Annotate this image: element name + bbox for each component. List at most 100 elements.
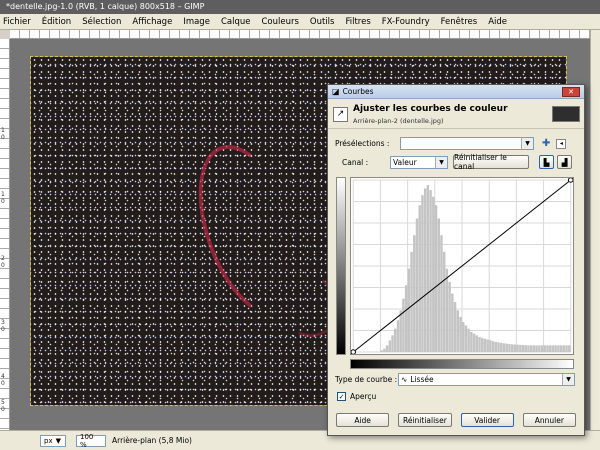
- channel-row: Canal : Valeur ▼ Réinitialiser le canal …: [342, 153, 582, 171]
- histogram-bar: [527, 345, 530, 353]
- histogram-bar: [421, 195, 424, 353]
- channel-select[interactable]: Valeur ▼: [390, 155, 448, 169]
- presets-select[interactable]: ▼: [400, 137, 534, 150]
- zoom-select[interactable]: 100 %: [76, 433, 106, 449]
- header-title: Ajuster les courbes de couleur: [353, 104, 508, 114]
- histogram-bar: [491, 341, 495, 353]
- ruler-label: 1: [1, 191, 5, 198]
- histogram-bar: [538, 345, 541, 353]
- vertical-scrollbar[interactable]: [590, 30, 600, 430]
- horizontal-gradient-bar: [350, 359, 574, 369]
- vertical-gradient-bar: [336, 177, 346, 355]
- histogram-bar: [532, 345, 536, 353]
- preview-label: Aperçu: [350, 392, 377, 401]
- histogram-bar: [418, 205, 421, 353]
- curves-icon: ↗: [333, 107, 348, 122]
- menu-edition[interactable]: Édition: [42, 17, 71, 27]
- menu-aide[interactable]: Aide: [488, 17, 507, 27]
- preview-checkbox[interactable]: ✓: [337, 392, 346, 401]
- histogram-bar: [415, 218, 419, 353]
- histogram-bar: [535, 345, 538, 353]
- curve-graph[interactable]: [350, 177, 574, 355]
- histogram-bar: [475, 335, 479, 353]
- log-histogram-icon[interactable]: ▟: [557, 155, 572, 169]
- close-button[interactable]: ✕: [562, 87, 580, 97]
- histogram-bar: [396, 320, 400, 353]
- menu-fenetres[interactable]: Fenêtres: [441, 17, 478, 27]
- histogram-bar: [508, 344, 511, 353]
- histogram-bar: [426, 185, 430, 353]
- add-preset-icon[interactable]: ✚: [542, 138, 550, 149]
- menu-selection[interactable]: Sélection: [82, 17, 121, 27]
- menu-fx-foundry[interactable]: FX-Foundry: [382, 17, 430, 27]
- preview-row: ✓ Aperçu: [337, 392, 376, 401]
- histogram-bar: [546, 345, 549, 353]
- channel-value: Valeur: [393, 157, 417, 167]
- reset-channel-button[interactable]: Réinitialiser le canal: [453, 153, 529, 171]
- histogram-bar: [472, 333, 476, 353]
- histogram-bar: [462, 321, 465, 353]
- histogram-bar: [543, 345, 546, 353]
- help-button[interactable]: Aide: [336, 413, 390, 427]
- dialog-title: Courbes: [342, 87, 374, 96]
- ruler-label: 3: [1, 319, 5, 326]
- ruler-label: 0: [1, 198, 5, 205]
- menu-calque[interactable]: Calque: [221, 17, 251, 27]
- histogram-bar: [489, 340, 492, 353]
- dialog-header: ↗ Ajuster les courbes de couleur Arrière…: [328, 99, 584, 129]
- histogram-bar: [549, 345, 552, 353]
- histogram-bar: [407, 268, 411, 353]
- ruler-label: 5: [1, 399, 5, 406]
- histogram-bar: [440, 235, 443, 353]
- chevron-down-icon: ▼: [435, 156, 447, 168]
- menu-filtres[interactable]: Filtres: [345, 17, 370, 27]
- curve-control-point[interactable]: [567, 178, 573, 183]
- histogram-bar: [394, 328, 397, 353]
- histogram-bar: [494, 342, 498, 353]
- chevron-down-icon: ▼: [562, 374, 574, 385]
- curve-control-point[interactable]: [351, 349, 357, 355]
- presets-label: Présélections :: [335, 139, 390, 148]
- dialog-buttons: Aide Réinitialiser Valider Annuler: [336, 413, 576, 427]
- curve-type-select[interactable]: ∿ Lissée ▼: [398, 373, 575, 386]
- curve-type-row: Type de courbe : ∿ Lissée ▼: [335, 373, 577, 386]
- vertical-ruler[interactable]: 1 0 1 0 2 0 3 0 4 0 5 0: [0, 39, 10, 430]
- ok-button[interactable]: Valider: [460, 413, 514, 427]
- dialog-titlebar[interactable]: ◪ Courbes: [328, 85, 584, 99]
- preset-menu-icon[interactable]: ◂: [556, 138, 567, 149]
- histogram-bar: [410, 251, 413, 353]
- menu-outils[interactable]: Outils: [310, 17, 335, 27]
- histogram-bar: [383, 348, 386, 353]
- curve-type-label: Type de courbe :: [335, 375, 398, 384]
- ruler-label: 0: [1, 326, 5, 333]
- menu-image[interactable]: Image: [183, 17, 210, 27]
- histogram-bar: [429, 190, 432, 353]
- menu-affichage[interactable]: Affichage: [132, 17, 172, 27]
- gimp-icon: ◪: [332, 87, 340, 96]
- curve-area: [336, 177, 574, 377]
- curves-dialog: ◪ Courbes ✕ ↗ Ajuster les courbes de cou…: [327, 84, 585, 436]
- ruler-label: 0: [1, 262, 5, 269]
- layer-info: Arrière-plan (5,8 Mio): [112, 436, 192, 445]
- ruler-label: 2: [1, 255, 5, 262]
- ruler-label: 4: [1, 373, 5, 380]
- cancel-button[interactable]: Annuler: [522, 413, 576, 427]
- ruler-label: 0: [1, 134, 5, 141]
- chevron-down-icon: ▼: [521, 138, 533, 149]
- menu-fichier[interactable]: Fichier: [3, 17, 31, 27]
- histogram-bar: [413, 235, 416, 353]
- horizontal-ruler[interactable]: [10, 30, 590, 39]
- linear-histogram-icon[interactable]: ▙: [539, 155, 554, 169]
- histogram-bar: [524, 345, 527, 353]
- reset-button[interactable]: Réinitialiser: [398, 413, 452, 427]
- unit-select[interactable]: px ▼: [40, 434, 66, 447]
- histogram-bar: [565, 345, 568, 353]
- histogram-bar: [448, 281, 451, 353]
- histogram-bar: [451, 293, 454, 353]
- histogram-bar: [519, 344, 522, 353]
- histogram-bar: [557, 345, 560, 353]
- menu-couleurs[interactable]: Couleurs: [261, 17, 298, 27]
- histogram-bar: [432, 196, 435, 353]
- histogram-bar: [470, 331, 473, 353]
- histogram-bar: [540, 345, 544, 353]
